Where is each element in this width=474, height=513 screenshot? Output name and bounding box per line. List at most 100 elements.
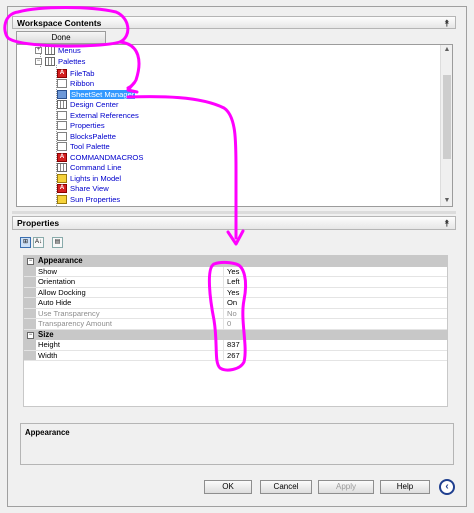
tree-item-menus[interactable]: + Menus <box>35 45 81 56</box>
tree-scrollbar[interactable]: ▲ ▼ <box>440 45 452 206</box>
help-button[interactable]: Help <box>380 480 430 494</box>
tree-item-label: Ribbon <box>70 79 95 89</box>
category-label: Size <box>38 329 54 339</box>
back-arrow-icon[interactable]: ‹ <box>439 479 455 495</box>
tool-palette-icon <box>57 142 67 152</box>
tree-item-palettes[interactable]: − Palettes <box>35 56 85 67</box>
property-value[interactable]: Left <box>224 277 240 287</box>
scroll-down-icon[interactable]: ▼ <box>443 197 451 205</box>
property-row-transparency-amount: Transparency Amount 0 <box>24 319 447 330</box>
description-pane: Appearance <box>20 423 454 465</box>
alphabetical-icon[interactable]: A↓ <box>33 237 44 248</box>
tree-item-label: External References <box>70 110 139 120</box>
collapse-category-icon[interactable]: − <box>27 258 34 265</box>
autocad-a-icon: A <box>57 184 67 194</box>
tree-item-label: Design Center <box>70 100 119 110</box>
collapse-icon[interactable]: ⯭ <box>442 219 452 229</box>
tree-item-command-line[interactable]: Command Line <box>57 163 122 174</box>
tree-item-filetab[interactable]: A FileTab <box>57 68 94 79</box>
tree-item-sheetset-manager[interactable]: SheetSet Manager <box>57 89 136 100</box>
collapse-category-icon[interactable]: − <box>27 331 34 339</box>
done-button[interactable]: Done <box>16 31 106 44</box>
properties-title: Properties <box>17 218 60 228</box>
collapse-icon[interactable]: ⯭ <box>442 19 452 29</box>
tree-item-label: Palettes <box>58 56 86 66</box>
sun-icon <box>57 194 67 204</box>
property-name: Show <box>38 266 224 276</box>
category-size[interactable]: − Size <box>24 329 447 340</box>
cancel-button[interactable]: Cancel <box>260 480 312 494</box>
tree-item-label: Lights in Model <box>70 173 122 183</box>
tree-item-properties[interactable]: Properties <box>57 121 105 132</box>
menus-icon <box>45 45 55 55</box>
properties-header[interactable]: Properties ⯭ <box>12 216 456 230</box>
tree-item-share-view[interactable]: A Share View <box>57 184 109 195</box>
categorized-icon[interactable]: ⊞ <box>20 237 31 248</box>
command-line-icon <box>57 163 67 173</box>
workspace-contents-header[interactable]: Workspace Contents ⯭ <box>12 16 456 29</box>
tree-item-sun-properties[interactable]: Sun Properties <box>57 194 120 205</box>
panel-splitter[interactable] <box>12 211 456 214</box>
property-value[interactable]: Yes <box>224 267 239 277</box>
tree-item-label: BlocksPalette <box>70 131 117 141</box>
tree-item-blockspalette[interactable]: BlocksPalette <box>57 131 116 142</box>
property-row-width[interactable]: Width 267 <box>24 350 447 361</box>
autocad-a-icon: A <box>57 152 67 162</box>
property-row-height[interactable]: Height 837 <box>24 340 447 351</box>
tree-item-label: Tool Palette <box>70 142 110 152</box>
scroll-thumb[interactable] <box>443 75 451 159</box>
property-value: 0 <box>227 319 232 328</box>
grid-gutter <box>24 350 36 360</box>
tree-item-label: COMMANDMACROS <box>70 152 144 162</box>
ok-button[interactable]: OK <box>204 480 252 494</box>
tree-item-label: Properties <box>70 121 105 131</box>
tree-item-label: Sun Properties <box>70 194 121 204</box>
properties-toolbar: ⊞ A↓ ▤ <box>20 237 63 251</box>
property-row-show[interactable]: Show Yes <box>24 266 447 277</box>
property-name: Allow Docking <box>38 287 224 297</box>
grid-gutter <box>24 266 36 276</box>
collapse-tree-icon[interactable]: − <box>35 57 42 65</box>
property-value[interactable]: Yes <box>224 288 239 298</box>
category-label: Appearance <box>38 256 83 265</box>
tree-item-external-references[interactable]: External References <box>57 110 139 121</box>
property-name: Transparency Amount <box>38 319 224 329</box>
property-row-allow-docking[interactable]: Allow Docking Yes <box>24 287 447 298</box>
tree-item-commandmacros[interactable]: A COMMANDMACROS <box>57 152 143 163</box>
ribbon-icon <box>57 79 67 89</box>
blocks-icon <box>57 131 67 141</box>
tree-item-lights-in-model[interactable]: Lights in Model <box>57 173 121 184</box>
property-value[interactable]: On <box>224 298 237 308</box>
grid-gutter <box>24 319 36 329</box>
grid-gutter <box>24 308 36 318</box>
tree-item-design-center[interactable]: Design Center <box>57 100 119 111</box>
grid-gutter <box>24 277 36 287</box>
property-name: Use Transparency <box>38 308 224 318</box>
autocad-a-icon: A <box>57 68 67 78</box>
property-grid[interactable]: − Appearance Show Yes Orientation Left A… <box>23 255 448 407</box>
xref-icon <box>57 110 67 120</box>
tree-item-label: Share View <box>70 184 109 194</box>
lights-icon <box>57 173 67 183</box>
expand-icon[interactable]: + <box>35 46 42 54</box>
tree-item-label: Menus <box>58 45 81 55</box>
tree-item-label: SheetSet Manager <box>70 89 136 99</box>
description-title: Appearance <box>25 428 70 437</box>
tree-item-label: FileTab <box>70 68 95 78</box>
tree-item-ribbon[interactable]: Ribbon <box>57 79 94 90</box>
tree-item-tool-palette[interactable]: Tool Palette <box>57 142 110 153</box>
category-appearance[interactable]: − Appearance <box>24 256 447 267</box>
tree-item-label: Command Line <box>70 163 122 173</box>
property-row-orientation[interactable]: Orientation Left <box>24 277 447 288</box>
workspace-tree[interactable]: + Menus − Palettes A FileTab Ribbon Shee… <box>16 44 453 207</box>
property-name: Auto Hide <box>38 298 224 308</box>
apply-button[interactable]: Apply <box>318 480 374 494</box>
grid-gutter <box>24 298 36 308</box>
property-row-auto-hide[interactable]: Auto Hide On <box>24 298 447 309</box>
property-pages-icon[interactable]: ▤ <box>52 237 63 248</box>
property-value[interactable]: 267 <box>224 351 240 361</box>
scroll-up-icon[interactable]: ▲ <box>443 46 451 54</box>
workspace-contents-title: Workspace Contents <box>17 17 102 28</box>
property-value[interactable]: 837 <box>224 340 240 350</box>
grid-gutter <box>24 287 36 297</box>
